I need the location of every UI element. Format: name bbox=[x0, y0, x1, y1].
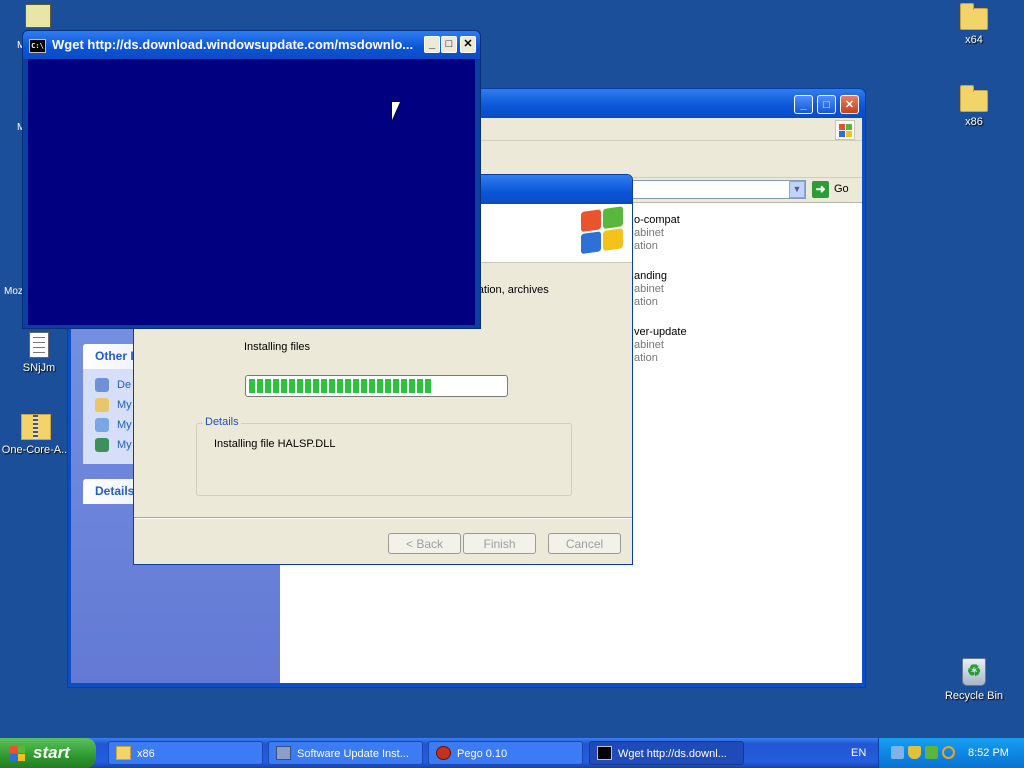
mouse-cursor-icon bbox=[392, 102, 400, 120]
taskbar-button-x86[interactable]: x86 bbox=[108, 741, 263, 765]
file-item[interactable]: ver-update abinet ation bbox=[634, 326, 687, 365]
go-arrow-icon: ➜ bbox=[812, 181, 829, 198]
cancel-button[interactable]: Cancel bbox=[548, 533, 621, 554]
progress-fill bbox=[249, 379, 433, 393]
my-network-icon bbox=[95, 438, 109, 452]
clock: 8:52 PM bbox=[968, 747, 1009, 759]
recycle-bin-icon: ♻ bbox=[962, 658, 986, 686]
console-icon bbox=[597, 746, 612, 760]
wget-title: Wget http://ds.download.windowsupdate.co… bbox=[52, 37, 414, 52]
go-button[interactable]: ➜ Go bbox=[812, 181, 860, 199]
finish-button[interactable]: Finish bbox=[463, 533, 536, 554]
file-name: ver-update bbox=[634, 326, 687, 338]
taskbar: start x86 Software Update Inst... Pego 0… bbox=[0, 738, 1024, 768]
security-shield-icon[interactable] bbox=[908, 746, 921, 759]
pego-icon bbox=[436, 746, 451, 760]
wget-console-window: C:\ Wget http://ds.download.windowsupdat… bbox=[22, 30, 481, 329]
taskbar-button-wget[interactable]: Wget http://ds.downl... bbox=[589, 741, 744, 765]
network-icon[interactable] bbox=[891, 746, 904, 759]
folder-icon bbox=[116, 746, 131, 760]
my-computer-icon bbox=[95, 418, 109, 432]
go-label: Go bbox=[834, 183, 849, 195]
close-button[interactable]: ✕ bbox=[460, 36, 476, 53]
desktop-icon-label: x86 bbox=[965, 116, 983, 128]
details-text: Installing file HALSP.DLL bbox=[214, 438, 336, 450]
minimize-button[interactable]: _ bbox=[794, 95, 813, 114]
windows-logo-icon bbox=[835, 120, 855, 140]
start-button[interactable]: start bbox=[0, 738, 96, 768]
taskbar-button-software-update[interactable]: Software Update Inst... bbox=[268, 741, 423, 765]
desktop-icon-x64[interactable]: x64 bbox=[938, 3, 1010, 46]
taskbar-button-pego[interactable]: Pego 0.10 bbox=[428, 741, 583, 765]
desktop-icon-label: One-Core-A... bbox=[1, 444, 71, 456]
desktop-partial-label: Moz bbox=[4, 286, 23, 297]
file-item[interactable]: anding abinet ation bbox=[634, 270, 667, 309]
file-extra: ation bbox=[634, 352, 658, 364]
desktop-icon-scheduled[interactable] bbox=[2, 4, 74, 32]
installer-progress-bar bbox=[245, 375, 508, 397]
details-group-label: Details bbox=[203, 416, 241, 428]
details-group: Details Installing file HALSP.DLL bbox=[196, 416, 572, 496]
file-extra: ation bbox=[634, 240, 658, 252]
folder-icon bbox=[960, 85, 988, 112]
maximize-button[interactable]: □ bbox=[817, 95, 836, 114]
windows-flag-icon bbox=[581, 206, 625, 256]
file-type: abinet bbox=[634, 227, 664, 239]
desktop-icon-label: Recycle Bin bbox=[944, 690, 1004, 702]
file-item[interactable]: o-compat abinet ation bbox=[634, 214, 680, 253]
file-extra: ation bbox=[634, 296, 658, 308]
desktop-icon-one-core[interactable]: One-Core-A... bbox=[0, 414, 72, 456]
file-name: anding bbox=[634, 270, 668, 282]
installer-icon bbox=[276, 746, 291, 760]
console-icon: C:\ bbox=[29, 39, 46, 53]
minimize-button[interactable]: _ bbox=[424, 36, 440, 53]
desktop-icon-recycle-bin[interactable]: ♻ Recycle Bin bbox=[938, 658, 1010, 702]
update-icon[interactable] bbox=[925, 746, 938, 759]
search-icon[interactable] bbox=[942, 746, 955, 759]
console-output-area[interactable] bbox=[28, 59, 475, 325]
file-name: o-compat bbox=[634, 214, 680, 226]
document-icon bbox=[29, 332, 49, 358]
windows-logo-icon bbox=[10, 746, 26, 761]
wget-title-bar[interactable]: C:\ Wget http://ds.download.windowsupdat… bbox=[23, 31, 480, 59]
close-button[interactable]: ✕ bbox=[840, 95, 859, 114]
desktop-icon-label: SNjJm bbox=[22, 362, 56, 374]
installer-status: Installing files bbox=[244, 341, 311, 353]
desktop-icon bbox=[95, 378, 109, 392]
address-dropdown-button[interactable]: ▼ bbox=[789, 181, 805, 198]
start-label: start bbox=[33, 743, 70, 762]
zip-folder-icon bbox=[21, 414, 51, 440]
folder-icon bbox=[960, 3, 988, 30]
file-type: abinet bbox=[634, 339, 664, 351]
desktop-icon-label: x64 bbox=[965, 34, 983, 46]
desktop-icon-snjjm[interactable]: SNjJm bbox=[3, 332, 75, 374]
back-button[interactable]: < Back bbox=[388, 533, 461, 554]
scheduled-tasks-icon bbox=[25, 4, 51, 28]
maximize-button[interactable]: □ bbox=[441, 36, 457, 53]
installer-separator bbox=[134, 517, 632, 519]
desktop-icon-x86[interactable]: x86 bbox=[938, 85, 1010, 128]
language-indicator[interactable]: EN bbox=[851, 738, 866, 768]
system-tray: 8:52 PM bbox=[878, 738, 1024, 768]
file-type: abinet bbox=[634, 283, 664, 295]
my-documents-icon bbox=[95, 398, 109, 412]
